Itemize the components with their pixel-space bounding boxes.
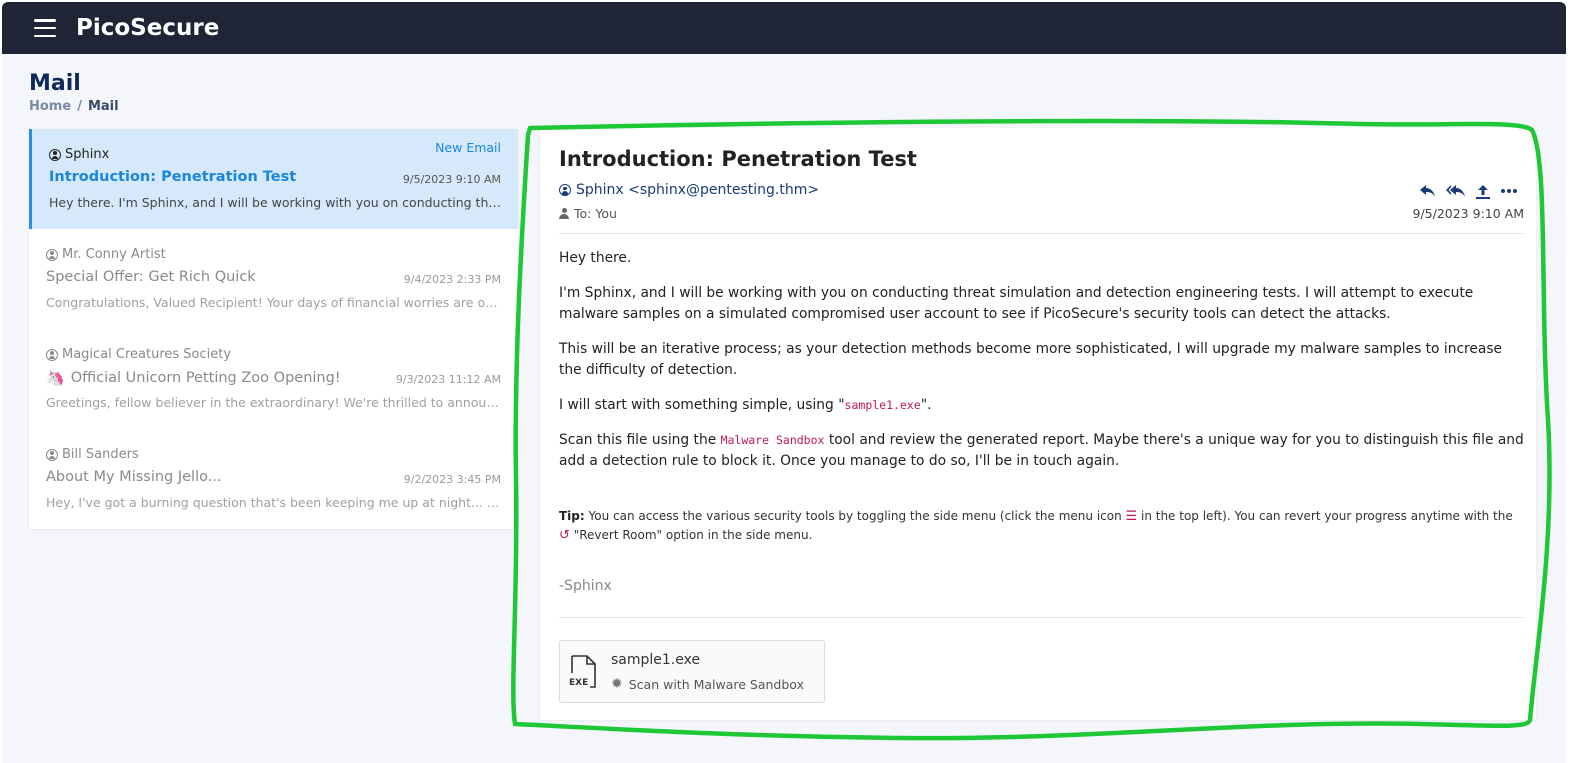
- share-icon[interactable]: [1475, 184, 1491, 199]
- mail-sender: Bill Sanders: [46, 447, 139, 462]
- more-icon[interactable]: [1500, 184, 1518, 198]
- breadcrumb-home[interactable]: Home: [29, 99, 71, 114]
- mail-sender: Mr. Conny Artist: [46, 247, 166, 262]
- mail-subject: Introduction: Penetration Test: [49, 169, 297, 185]
- code-sample-filename: sample1.exe: [844, 398, 921, 412]
- reader-subject: Introduction: Penetration Test: [559, 147, 917, 171]
- mail-sender-name: Bill Sanders: [62, 447, 139, 462]
- body-paragraph: This will be an iterative process; as yo…: [559, 341, 1503, 378]
- mail-reader: Introduction: Penetration Test Sphinx <s…: [540, 128, 1536, 720]
- tip-note: Tip: You can access the various security…: [559, 507, 1514, 545]
- mail-date: 9/2/2023 3:45 PM: [403, 473, 501, 486]
- reader-from-address: Sphinx <sphinx@pentesting.thm>: [576, 182, 820, 198]
- mail-sender-name: Sphinx: [65, 147, 110, 162]
- reader-date: 9/5/2023 9:10 AM: [1412, 206, 1525, 221]
- mail-preview: Congratulations, Valued Recipient! Your …: [46, 295, 501, 310]
- breadcrumb: Home / Mail: [29, 99, 119, 114]
- mail-preview: Greetings, fellow believer in the extrao…: [46, 395, 501, 410]
- exe-file-icon: EXE: [569, 655, 596, 688]
- user-circle-icon: [559, 184, 571, 196]
- mail-sender-name: Mr. Conny Artist: [62, 247, 166, 262]
- mail-body: Hey there. I'm Sphinx, and I will be wor…: [559, 248, 1524, 486]
- new-email-badge: New Email: [435, 140, 501, 155]
- mail-date: 9/3/2023 11:12 AM: [395, 373, 501, 386]
- reader-from: Sphinx <sphinx@pentesting.thm>: [559, 182, 819, 198]
- mail-list: New Email Sphinx Introduction: Penetrati…: [29, 129, 518, 529]
- user-icon: [559, 208, 569, 219]
- tip-text: in the top left). You can revert your pr…: [1137, 509, 1513, 523]
- tip-label: Tip:: [559, 509, 585, 523]
- attachment-filename: sample1.exe: [611, 652, 701, 668]
- virus-icon: ✹: [611, 676, 623, 692]
- top-navbar: PicoSecure: [2, 2, 1566, 54]
- scan-label: Scan with Malware Sandbox: [628, 676, 804, 692]
- breadcrumb-current: Mail: [87, 99, 119, 114]
- user-circle-icon: [46, 348, 58, 361]
- mail-subject: Special Offer: Get Rich Quick: [46, 269, 256, 285]
- user-circle-icon: [46, 248, 58, 261]
- body-paragraph: I'm Sphinx, and I will be working with y…: [559, 285, 1474, 322]
- attachment-divider: [559, 617, 1524, 618]
- scan-link[interactable]: ✹ Scan with Malware Sandbox: [611, 676, 804, 692]
- body-text: I will start with something simple, usin…: [559, 397, 845, 413]
- tip-text: You can access the various security tool…: [584, 509, 1126, 523]
- unicorn-icon: 🦄: [46, 369, 65, 387]
- reader-to: To: You: [559, 206, 617, 221]
- tip-text: "Revert Room" option in the side menu.: [569, 528, 813, 542]
- reply-all-icon[interactable]: [1446, 184, 1466, 198]
- code-tool-name: Malware Sandbox: [720, 433, 825, 447]
- mail-subject: 🦄 Official Unicorn Petting Zoo Opening!: [46, 369, 341, 387]
- attachment-card[interactable]: EXE sample1.exe ✹ Scan with Malware Sandb…: [559, 640, 825, 703]
- mail-sender-name: Magical Creatures Society: [62, 347, 232, 362]
- revert-icon: ↺: [559, 528, 570, 543]
- brand-logo: PicoSecure: [76, 15, 220, 41]
- body-paragraph: I will start with something simple, usin…: [559, 395, 1524, 416]
- user-circle-icon: [49, 148, 61, 161]
- page-title: Mail: [29, 71, 81, 96]
- user-circle-icon: [46, 448, 58, 461]
- signature: -Sphinx: [559, 578, 612, 594]
- file-type-label: EXE: [569, 678, 588, 688]
- mail-date: 9/5/2023 9:10 AM: [402, 173, 501, 186]
- breadcrumb-separator: /: [77, 99, 82, 114]
- mail-page: Mail Home / Mail New Email Sphinx Introduc…: [2, 54, 1566, 763]
- reader-to-text: To: You: [574, 206, 617, 221]
- mail-subject-text: Official Unicorn Petting Zoo Opening!: [70, 370, 341, 386]
- mail-subject: About My Missing Jello...: [46, 469, 222, 485]
- reply-icon[interactable]: [1419, 184, 1437, 198]
- reader-actions: [1419, 184, 1518, 199]
- mail-preview: Hey, I've got a burning question that's …: [46, 495, 501, 510]
- body-text: Scan this file using the: [559, 432, 721, 448]
- mail-list-item[interactable]: Mr. Conny Artist Special Offer: Get Rich…: [29, 229, 518, 329]
- mail-sender: Sphinx: [49, 147, 109, 162]
- menu-icon: ☰: [1125, 509, 1138, 524]
- header-divider: [559, 233, 1524, 234]
- mail-date: 9/4/2023 2:33 PM: [403, 273, 501, 286]
- menu-icon[interactable]: [34, 19, 56, 37]
- mail-preview: Hey there. I'm Sphinx, and I will be wor…: [49, 195, 504, 210]
- body-text: ".: [920, 397, 932, 413]
- mail-list-item[interactable]: Magical Creatures Society 🦄 Official Unic…: [29, 329, 518, 429]
- mail-sender: Magical Creatures Society: [46, 347, 231, 362]
- body-greeting: Hey there.: [559, 250, 632, 266]
- mail-list-item[interactable]: Bill Sanders About My Missing Jello... 9…: [29, 429, 518, 529]
- body-paragraph: Scan this file using the Malware Sandbox…: [559, 430, 1524, 472]
- mail-list-item[interactable]: New Email Sphinx Introduction: Penetrati…: [29, 129, 518, 229]
